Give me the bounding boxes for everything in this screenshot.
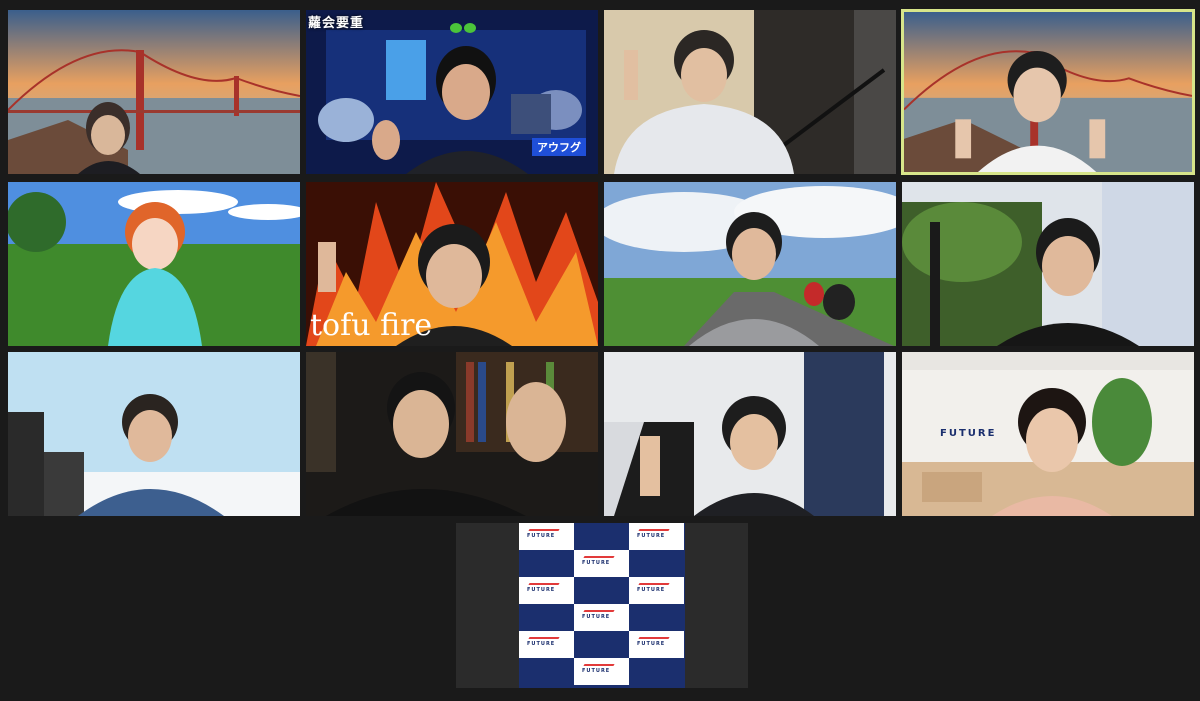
future-logo-cell: FUTURE: [629, 631, 684, 658]
future-logo-stripe: [583, 610, 615, 612]
participant-video-tile-8[interactable]: [902, 182, 1194, 346]
future-logo-text: FUTURE: [637, 641, 666, 647]
participant-video-tile-13[interactable]: FUTURE FUTURE FUTURE FUTURE FUTURE FUTURE FUTU…: [456, 523, 748, 688]
office-garden-background: [902, 182, 1194, 346]
future-logo-text: FUTURE: [582, 614, 611, 620]
future-logo-text: FUTURE: [527, 587, 556, 593]
participant-video-tile-3[interactable]: [604, 10, 896, 174]
participant-video-tile-4-active-speaker[interactable]: [901, 9, 1195, 175]
tofu-fire-overlay-text: tofu fire: [310, 308, 433, 343]
future-logo-stripe: [638, 529, 670, 531]
future-logo-stripe: [638, 637, 670, 639]
future-logo-stripe: [528, 529, 560, 531]
future-logo-cell: FUTURE: [519, 577, 574, 604]
golden-gate-background: [8, 10, 300, 174]
participant-video-tile-7[interactable]: [604, 182, 896, 346]
golden-gate-background: [904, 12, 1192, 172]
participant-video-tile-6[interactable]: tofu fire: [306, 182, 598, 346]
participant-video-tile-9[interactable]: [8, 352, 300, 516]
participant-video-tile-2[interactable]: 蘿会要重 アウフグ: [306, 10, 598, 174]
future-logo-cell: FUTURE: [629, 523, 684, 550]
meeting-gallery-view: 蘿会要重 アウフグ tofu fire FUTURE FUTURE FUTURE…: [0, 0, 1200, 701]
curtain-room-background: [604, 352, 896, 516]
future-logo-stripe: [528, 583, 560, 585]
future-logo-text: FUTURE: [527, 533, 556, 539]
meadow-avatar-background: [8, 182, 300, 346]
future-wall-sign: FUTURE: [940, 428, 997, 439]
participant-video-tile-11[interactable]: [604, 352, 896, 516]
participant-video-tile-1[interactable]: [8, 10, 300, 174]
bookshelf-background: [306, 352, 598, 516]
future-logo-stripe: [528, 637, 560, 639]
future-logo-stripe: [583, 556, 615, 558]
overlay-caption-top-left: 蘿会要重: [308, 16, 365, 31]
future-logo-cell: FUTURE: [574, 658, 629, 685]
future-logo-cell: FUTURE: [574, 604, 629, 631]
future-checker-pattern: FUTURE FUTURE FUTURE FUTURE FUTURE FUTURE FUTU…: [519, 523, 685, 688]
future-logo-text: FUTURE: [637, 533, 666, 539]
road-clouds-background: [604, 182, 896, 346]
future-logo-stripe: [583, 664, 615, 666]
participant-video-tile-5[interactable]: [8, 182, 300, 346]
future-logo-cell: FUTURE: [519, 631, 574, 658]
participant-video-tile-10[interactable]: [306, 352, 598, 516]
future-logo-text: FUTURE: [582, 560, 611, 566]
future-logo-cell: FUTURE: [574, 550, 629, 577]
participant-video-tile-12[interactable]: FUTURE: [902, 352, 1194, 516]
future-logo-cell: FUTURE: [519, 523, 574, 550]
overlay-sign: アウフグ: [532, 138, 586, 156]
future-logo-text: FUTURE: [527, 641, 556, 647]
room-background: [604, 10, 896, 174]
snowy-field-background: [8, 352, 300, 516]
future-logo-text: FUTURE: [637, 587, 666, 593]
future-logo-text: FUTURE: [582, 668, 611, 674]
future-logo-cell: FUTURE: [629, 577, 684, 604]
future-logo-stripe: [638, 583, 670, 585]
